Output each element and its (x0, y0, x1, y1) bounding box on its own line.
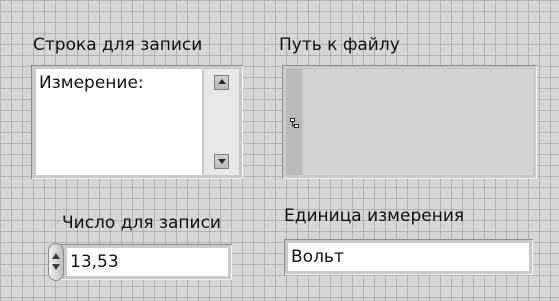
numeric-control-label: Число для записи (62, 213, 221, 233)
scroll-down-button[interactable] (214, 154, 229, 169)
decrement-arrow-icon[interactable] (52, 264, 60, 270)
unit-control: Вольт (284, 239, 533, 275)
scroll-up-arrow-icon (218, 79, 226, 84)
string-control-label: Строка для записи (33, 35, 203, 55)
string-scrollbar[interactable] (204, 69, 239, 175)
unit-control-label: Единица измерения (284, 206, 465, 226)
scroll-up-button[interactable] (214, 75, 229, 90)
front-panel: Строка для записи Измерение: Путь к файл… (0, 0, 559, 301)
string-control: Измерение: (31, 65, 243, 179)
increment-arrow-icon[interactable] (52, 253, 60, 259)
unit-input[interactable]: Вольт (288, 243, 529, 271)
path-input[interactable] (304, 69, 533, 175)
numeric-control: 13,53 (58, 244, 232, 280)
path-control (282, 65, 537, 179)
path-control-label: Путь к файлу (279, 35, 400, 55)
path-browse-button[interactable] (286, 69, 302, 175)
folder-tree-icon (290, 118, 299, 128)
numeric-input[interactable]: 13,53 (67, 248, 228, 276)
scroll-down-arrow-icon (218, 159, 226, 164)
string-control-input[interactable]: Измерение: (36, 69, 202, 175)
increment-decrement-spinner[interactable] (48, 243, 64, 281)
